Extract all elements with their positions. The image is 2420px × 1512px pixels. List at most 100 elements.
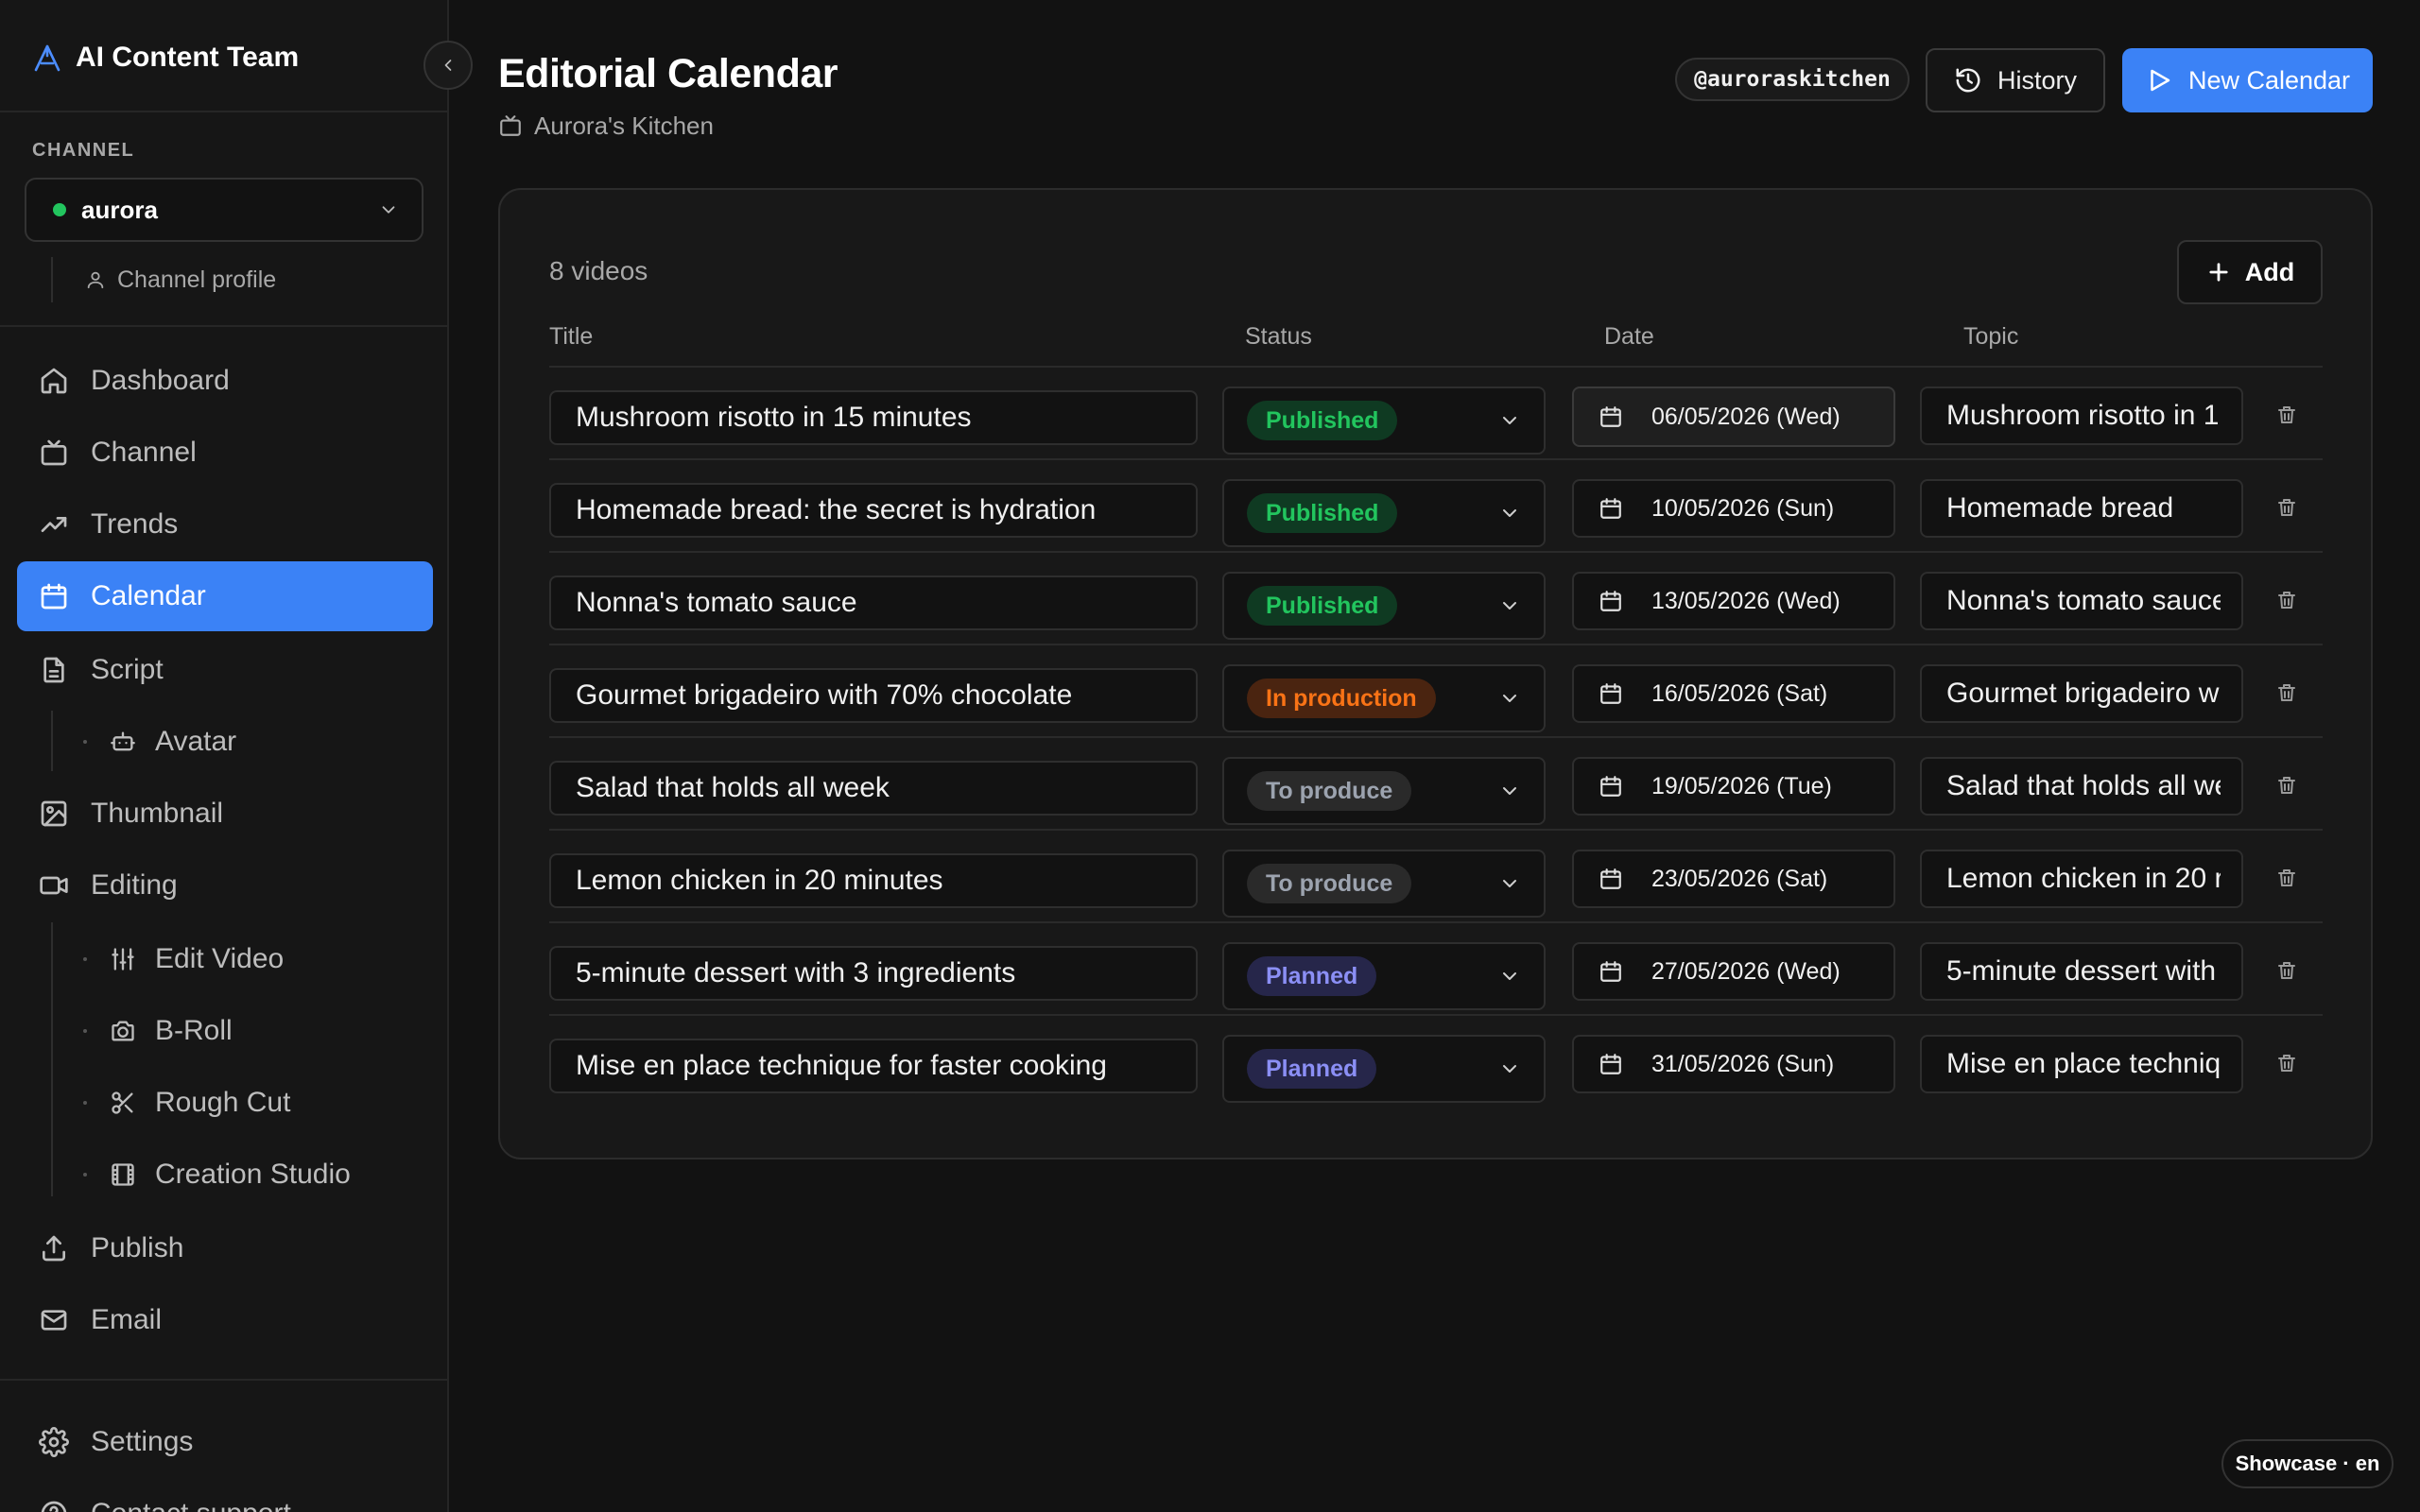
tree-line xyxy=(51,922,53,1196)
sidebar-divider xyxy=(0,111,448,112)
topic-value: Mise en place techniq xyxy=(1946,1048,2221,1079)
history-label: History xyxy=(1996,65,2077,94)
trash-icon xyxy=(2275,867,2298,889)
nav-editing[interactable]: Editing xyxy=(17,850,433,920)
delete-row-button[interactable] xyxy=(2272,955,2302,986)
topic-input[interactable]: Homemade bread xyxy=(1920,479,2243,538)
status-select[interactable]: Published xyxy=(1222,479,1546,547)
sidebar-divider xyxy=(0,325,448,327)
status-select[interactable]: In production xyxy=(1222,664,1546,732)
topic-value: Lemon chicken in 20 r xyxy=(1946,863,2221,894)
add-label: Add xyxy=(2244,257,2295,286)
trash-icon xyxy=(2275,496,2298,519)
nav-rough-cut[interactable]: Rough Cut xyxy=(83,1074,290,1131)
nav-avatar[interactable]: Avatar xyxy=(83,713,236,770)
title-value: Mushroom risotto in 15 minutes xyxy=(576,402,972,433)
camera-icon xyxy=(110,1018,136,1044)
sidebar-divider xyxy=(0,1379,448,1381)
tree-line xyxy=(51,711,53,771)
title-input[interactable]: Salad that holds all week xyxy=(549,761,1198,816)
delete-row-button[interactable] xyxy=(2272,400,2302,430)
topic-value: Mushroom risotto in 1 xyxy=(1946,400,2220,431)
nav-thumbnail[interactable]: Thumbnail xyxy=(17,779,433,849)
delete-row-button[interactable] xyxy=(2272,585,2302,615)
table-row: Lemon chicken in 20 minutes To produce 2… xyxy=(549,831,2323,923)
date-input[interactable]: 06/05/2026 (Wed) xyxy=(1572,387,1895,447)
nav-label: Thumbnail xyxy=(91,798,224,829)
status-select[interactable]: To produce xyxy=(1222,850,1546,918)
delete-row-button[interactable] xyxy=(2272,1048,2302,1078)
chevron-down-icon xyxy=(1498,409,1521,432)
nav-creation-studio[interactable]: Creation Studio xyxy=(83,1146,351,1203)
date-input[interactable]: 13/05/2026 (Wed) xyxy=(1572,572,1895,630)
topic-input[interactable]: Gourmet brigadeiro w xyxy=(1920,664,2243,723)
topic-input[interactable]: Nonna's tomato sauce xyxy=(1920,572,2243,630)
channel-profile-link[interactable]: Channel profile xyxy=(85,265,276,295)
topic-input[interactable]: Mise en place techniq xyxy=(1920,1035,2243,1093)
date-value: 13/05/2026 (Wed) xyxy=(1651,587,1841,614)
channel-select[interactable]: aurora xyxy=(25,178,424,242)
status-select[interactable]: Planned xyxy=(1222,1035,1546,1103)
date-input[interactable]: 23/05/2026 (Sat) xyxy=(1572,850,1895,908)
title-input[interactable]: 5-minute dessert with 3 ingredients xyxy=(549,946,1198,1001)
delete-row-button[interactable] xyxy=(2272,678,2302,708)
title-input[interactable]: Homemade bread: the secret is hydration xyxy=(549,483,1198,538)
date-input[interactable]: 27/05/2026 (Wed) xyxy=(1572,942,1895,1001)
title-input[interactable]: Gourmet brigadeiro with 70% chocolate xyxy=(549,668,1198,723)
showcase-language-badge[interactable]: Showcase · en xyxy=(2221,1439,2394,1488)
topic-input[interactable]: Lemon chicken in 20 r xyxy=(1920,850,2243,908)
nav-calendar[interactable]: Calendar xyxy=(17,561,433,631)
nav-trends[interactable]: Trends xyxy=(17,490,433,559)
status-badge: In production xyxy=(1247,679,1436,718)
channel-status-dot xyxy=(53,203,66,216)
sidebar-collapse-button[interactable] xyxy=(424,41,473,90)
table-row: Salad that holds all week To produce 19/… xyxy=(549,738,2323,831)
topic-input[interactable]: Mushroom risotto in 1 xyxy=(1920,387,2243,445)
title-input[interactable]: Lemon chicken in 20 minutes xyxy=(549,853,1198,908)
nav-channel[interactable]: Channel xyxy=(17,418,433,488)
title-input[interactable]: Mise en place technique for faster cooki… xyxy=(549,1039,1198,1093)
chevron-down-icon xyxy=(378,199,399,220)
app-brand[interactable]: AI Content Team xyxy=(32,34,299,81)
calendar-card: 8 videos Add Title Status Date Topic Mus… xyxy=(498,188,2373,1160)
nav-settings[interactable]: Settings xyxy=(17,1407,433,1477)
status-badge: To produce xyxy=(1247,864,1412,903)
sliders-icon xyxy=(110,946,136,972)
title-input[interactable]: Mushroom risotto in 15 minutes xyxy=(549,390,1198,445)
nav-edit-video[interactable]: Edit Video xyxy=(83,931,284,988)
status-select[interactable]: Planned xyxy=(1222,942,1546,1010)
topic-input[interactable]: 5-minute dessert with xyxy=(1920,942,2243,1001)
nav-email[interactable]: Email xyxy=(17,1285,433,1355)
title-input[interactable]: Nonna's tomato sauce xyxy=(549,576,1198,630)
topic-input[interactable]: Salad that holds all we xyxy=(1920,757,2243,816)
date-input[interactable]: 31/05/2026 (Sun) xyxy=(1572,1035,1895,1093)
nav-dashboard[interactable]: Dashboard xyxy=(17,346,433,416)
video-camera-icon xyxy=(38,869,70,902)
trash-icon xyxy=(2275,959,2298,982)
date-value: 27/05/2026 (Wed) xyxy=(1651,957,1841,985)
new-calendar-label: New Calendar xyxy=(2187,65,2351,94)
trending-up-icon xyxy=(38,508,70,541)
add-video-button[interactable]: Add xyxy=(2177,240,2323,304)
nav-publish[interactable]: Publish xyxy=(17,1213,433,1283)
date-input[interactable]: 19/05/2026 (Tue) xyxy=(1572,757,1895,816)
date-input[interactable]: 16/05/2026 (Sat) xyxy=(1572,664,1895,723)
status-select[interactable]: To produce xyxy=(1222,757,1546,825)
nav-b-roll[interactable]: B-Roll xyxy=(83,1003,233,1059)
nav-contact-support[interactable]: Contact support xyxy=(17,1479,433,1512)
delete-row-button[interactable] xyxy=(2272,770,2302,800)
date-input[interactable]: 10/05/2026 (Sun) xyxy=(1572,479,1895,538)
title-value: 5-minute dessert with 3 ingredients xyxy=(576,957,1016,988)
nav-script[interactable]: Script xyxy=(17,635,433,705)
nav-label: Editing xyxy=(91,869,178,901)
channel-label: CHANNEL xyxy=(32,140,135,161)
history-button[interactable]: History xyxy=(1926,48,2105,112)
delete-row-button[interactable] xyxy=(2272,492,2302,523)
status-select[interactable]: Published xyxy=(1222,572,1546,640)
delete-row-button[interactable] xyxy=(2272,863,2302,893)
tv-icon xyxy=(498,113,523,138)
status-select[interactable]: Published xyxy=(1222,387,1546,455)
new-calendar-button[interactable]: New Calendar xyxy=(2122,48,2373,112)
column-header-title: Title xyxy=(549,323,594,350)
chevron-down-icon xyxy=(1498,687,1521,710)
